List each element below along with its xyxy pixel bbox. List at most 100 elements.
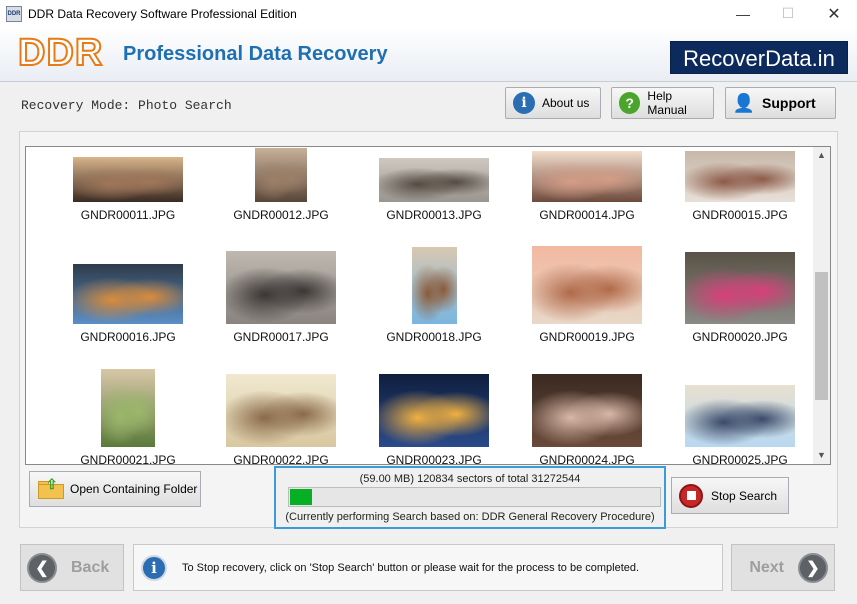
photo-thumbnail bbox=[226, 251, 336, 324]
photo-filename: GNDR00025.JPG bbox=[692, 453, 788, 465]
info-bar: i To Stop recovery, click on 'Stop Searc… bbox=[133, 544, 723, 591]
scroll-up-icon[interactable]: ▲ bbox=[813, 147, 830, 164]
photo-thumbnail-item[interactable]: GNDR00020.JPG bbox=[670, 244, 810, 344]
photo-thumbnail bbox=[685, 385, 795, 447]
thumbnail-grid: GNDR00011.JPG GNDR00012.JPG GNDR00013.JPG G… bbox=[26, 147, 813, 464]
photo-thumbnail bbox=[411, 247, 457, 324]
app-icon: DDR bbox=[6, 5, 22, 22]
photo-frame bbox=[211, 147, 351, 202]
info-text: To Stop recovery, click on 'Stop Search'… bbox=[182, 561, 640, 574]
help-manual-label: Help Manual bbox=[647, 89, 687, 117]
photo-frame bbox=[364, 147, 504, 202]
photo-thumbnail bbox=[255, 148, 307, 202]
vertical-scrollbar[interactable]: ▲ ▼ bbox=[813, 147, 830, 464]
photo-thumbnail bbox=[101, 369, 155, 447]
photo-frame bbox=[517, 147, 657, 202]
close-icon[interactable]: ✕ bbox=[811, 0, 857, 27]
photo-thumbnail-item[interactable]: GNDR00016.JPG bbox=[58, 244, 198, 344]
website-badge: RecoverData.in bbox=[670, 41, 848, 74]
about-us-button[interactable]: i About us bbox=[505, 87, 601, 119]
help-manual-button[interactable]: ? Help Manual bbox=[611, 87, 714, 119]
about-us-label: About us bbox=[542, 96, 590, 110]
photo-thumbnail-item[interactable]: GNDR00021.JPG bbox=[58, 367, 198, 464]
photo-frame bbox=[211, 367, 351, 447]
photo-frame bbox=[58, 367, 198, 447]
header-banner: DDR Professional Data Recovery RecoverDa… bbox=[0, 27, 857, 82]
photo-filename: GNDR00016.JPG bbox=[80, 330, 176, 344]
progress-fill bbox=[290, 489, 312, 505]
progress-bar bbox=[288, 487, 661, 507]
photo-thumbnail bbox=[532, 374, 642, 447]
progress-panel: (59.00 MB) 120834 sectors of total 31272… bbox=[274, 466, 666, 529]
photo-thumbnail bbox=[532, 151, 642, 202]
photo-thumbnail-item[interactable]: GNDR00019.JPG bbox=[517, 244, 657, 344]
photo-filename: GNDR00019.JPG bbox=[539, 330, 635, 344]
photo-thumbnail-item[interactable]: GNDR00025.JPG bbox=[670, 367, 810, 465]
photo-thumbnail-item[interactable]: GNDR00011.JPG bbox=[58, 147, 198, 222]
support-person-icon: 👤 bbox=[732, 92, 756, 113]
photo-filename: GNDR00022.JPG bbox=[233, 453, 329, 465]
photo-frame bbox=[211, 244, 351, 324]
next-arrow-icon: ❯ bbox=[798, 552, 828, 583]
photo-filename: GNDR00023.JPG bbox=[386, 453, 482, 465]
progress-status: (Currently performing Search based on: D… bbox=[285, 511, 655, 523]
photo-filename: GNDR00015.JPG bbox=[692, 208, 788, 222]
photo-frame bbox=[517, 367, 657, 447]
open-containing-folder-button[interactable]: ⇧ Open Containing Folder bbox=[29, 471, 201, 507]
scrollbar-thumb[interactable] bbox=[815, 272, 828, 400]
folder-icon: ⇧ bbox=[38, 476, 64, 499]
photo-gallery[interactable]: GNDR00011.JPG GNDR00012.JPG GNDR00013.JPG G… bbox=[25, 146, 831, 465]
progress-stats: (59.00 MB) 120834 sectors of total 31272… bbox=[359, 473, 581, 485]
open-folder-label: Open Containing Folder bbox=[70, 482, 198, 496]
photo-thumbnail-item[interactable]: GNDR00024.JPG bbox=[517, 367, 657, 464]
photo-thumbnail bbox=[226, 374, 336, 447]
photo-filename: GNDR00018.JPG bbox=[386, 330, 482, 344]
recovery-mode-label: Recovery Mode: Photo Search bbox=[21, 98, 232, 113]
support-label: Support bbox=[762, 95, 816, 111]
back-button[interactable]: ❮ Back bbox=[20, 544, 124, 591]
banner-title: Professional Data Recovery bbox=[123, 43, 388, 65]
info-icon: i bbox=[141, 554, 167, 581]
photo-thumbnail-item[interactable]: GNDR00017.JPG bbox=[211, 244, 351, 344]
minimize-icon[interactable]: — bbox=[720, 0, 766, 27]
photo-filename: GNDR00013.JPG bbox=[386, 208, 482, 222]
photo-thumbnail-item[interactable]: GNDR00023.JPG bbox=[364, 367, 504, 465]
photo-thumbnail-item[interactable]: GNDR00015.JPG bbox=[670, 147, 810, 222]
photo-frame bbox=[670, 147, 810, 202]
photo-thumbnail bbox=[73, 157, 183, 202]
photo-frame bbox=[58, 147, 198, 202]
photo-filename: GNDR00012.JPG bbox=[233, 208, 329, 222]
photo-thumbnail bbox=[73, 264, 183, 324]
scroll-down-icon[interactable]: ▼ bbox=[813, 447, 830, 464]
photo-filename: GNDR00014.JPG bbox=[539, 208, 635, 222]
photo-thumbnail-item[interactable]: GNDR00014.JPG bbox=[517, 147, 657, 222]
photo-thumbnail bbox=[379, 158, 489, 202]
next-label: Next bbox=[749, 558, 784, 576]
support-button[interactable]: 👤 Support bbox=[725, 87, 836, 119]
photo-thumbnail-item[interactable]: GNDR00018.JPG bbox=[364, 244, 504, 344]
photo-thumbnail-item[interactable]: GNDR00022.JPG bbox=[211, 367, 351, 465]
photo-frame bbox=[58, 244, 198, 324]
photo-thumbnail bbox=[685, 252, 795, 324]
photo-thumbnail bbox=[532, 246, 642, 324]
photo-thumbnail-item[interactable]: GNDR00013.JPG bbox=[364, 147, 504, 222]
photo-frame bbox=[517, 244, 657, 324]
question-icon: ? bbox=[619, 92, 641, 114]
maximize-icon[interactable]: ☐ bbox=[765, 0, 811, 27]
window-title: DDR Data Recovery Software Professional … bbox=[28, 6, 297, 21]
photo-thumbnail bbox=[379, 374, 489, 447]
photo-frame bbox=[670, 367, 810, 447]
title-bar: DDR DDR Data Recovery Software Professio… bbox=[0, 0, 857, 27]
photo-frame bbox=[364, 244, 504, 324]
stop-search-label: Stop Search bbox=[711, 488, 778, 503]
stop-search-button[interactable]: Stop Search bbox=[671, 477, 789, 514]
next-button[interactable]: Next ❯ bbox=[731, 544, 835, 591]
photo-thumbnail bbox=[685, 151, 795, 202]
ddr-logo: DDR bbox=[17, 32, 104, 74]
back-label: Back bbox=[71, 558, 110, 576]
photo-filename: GNDR00011.JPG bbox=[80, 208, 176, 222]
photo-frame bbox=[364, 367, 504, 447]
back-arrow-icon: ❮ bbox=[27, 552, 57, 583]
photo-frame bbox=[670, 244, 810, 324]
photo-thumbnail-item[interactable]: GNDR00012.JPG bbox=[211, 147, 351, 222]
